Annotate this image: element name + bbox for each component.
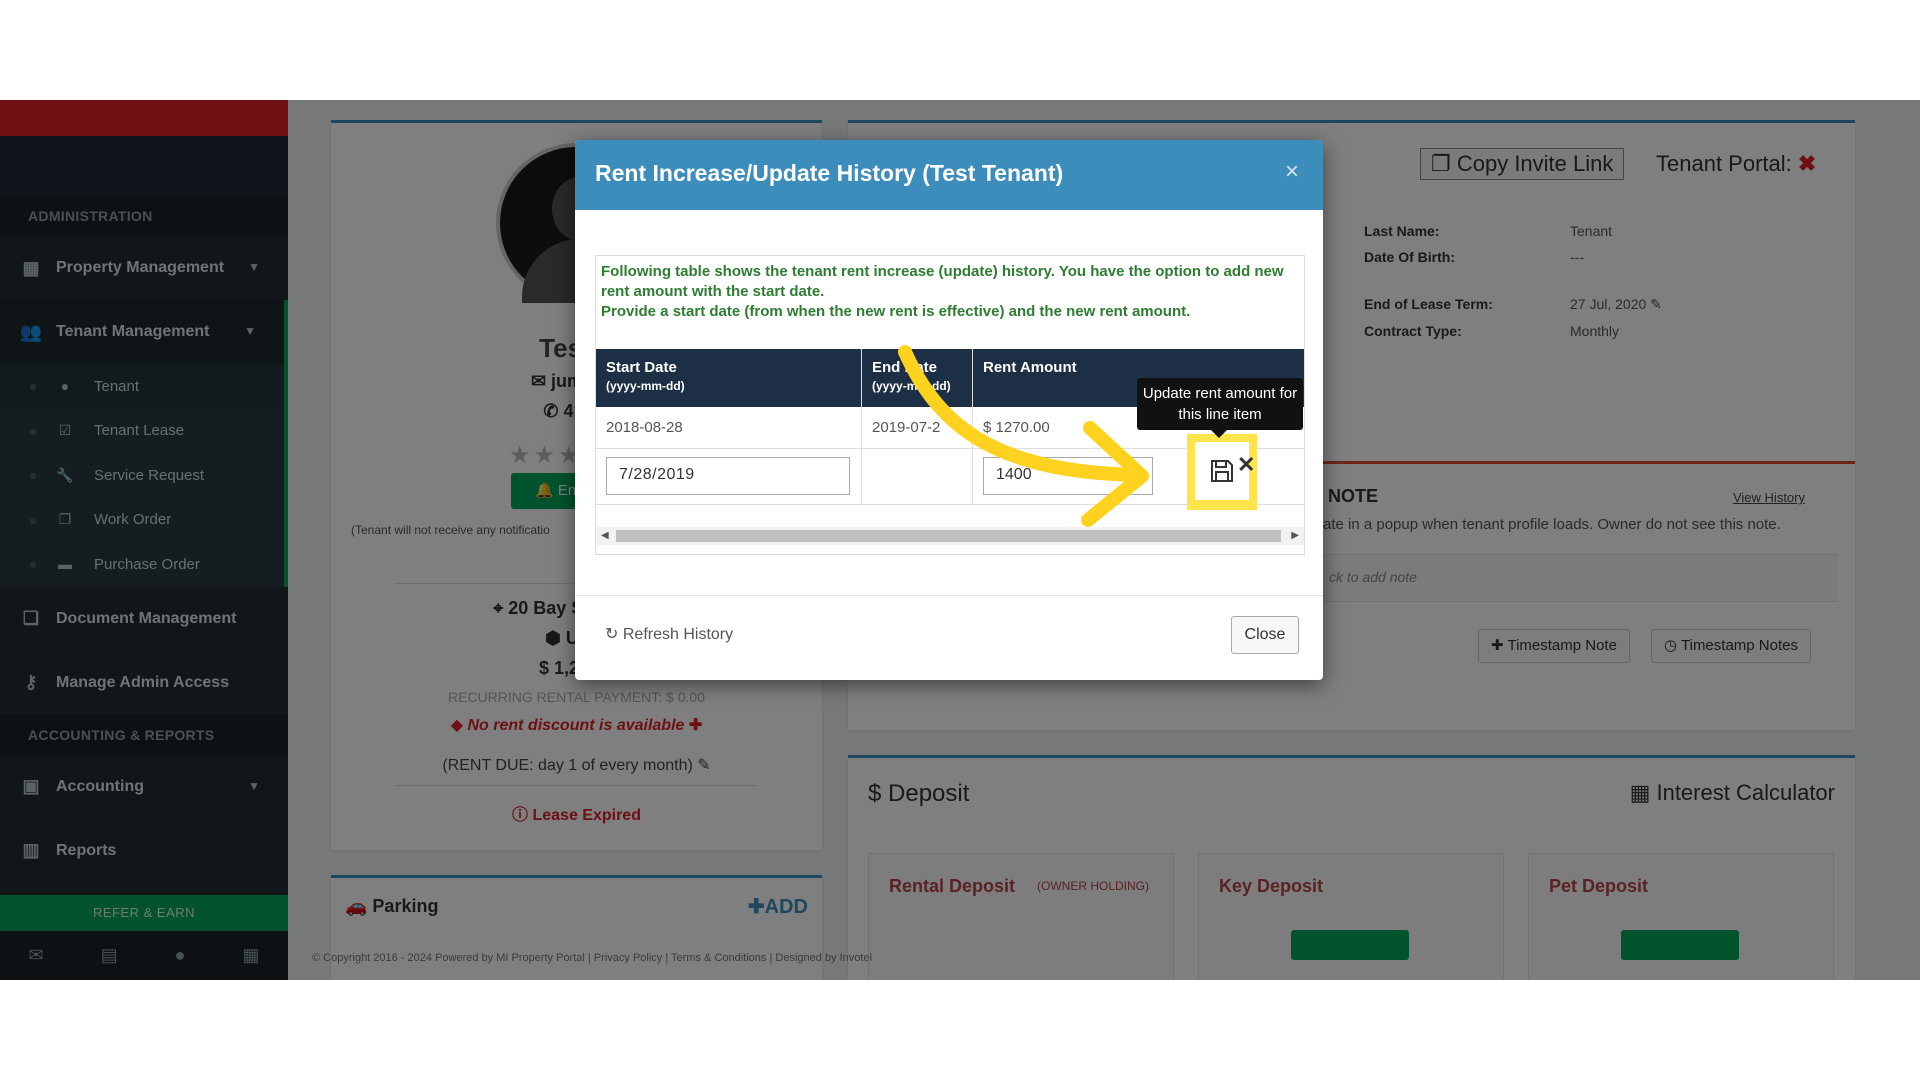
column-header-end-date: End Date (yyyy-mm-dd) xyxy=(872,359,951,393)
info-text: Following table shows the tenant rent in… xyxy=(601,263,1284,320)
modal-title: Rent Increase/Update History (Test Tenan… xyxy=(595,160,1064,186)
start-date-cell: 2018-08-28 xyxy=(606,419,683,436)
cancel-icon[interactable]: ✕ xyxy=(1237,452,1255,478)
close-icon[interactable]: × xyxy=(1285,158,1299,186)
start-date-input[interactable]: 7/28/2019 xyxy=(606,457,850,495)
save-icon xyxy=(1211,460,1233,482)
modal-footer: ↻ Refresh History Close xyxy=(575,595,1323,680)
column-header-rent-amount: Rent Amount xyxy=(983,359,1077,376)
column-divider xyxy=(972,349,973,505)
scroll-right-icon[interactable]: ▶ xyxy=(1291,530,1299,541)
modal-header: Rent Increase/Update History (Test Tenan… xyxy=(575,140,1323,210)
refresh-history-button[interactable]: ↻ Refresh History xyxy=(605,624,733,644)
close-button[interactable]: Close xyxy=(1231,616,1299,654)
refresh-icon: ↻ xyxy=(605,626,623,643)
horizontal-scrollbar[interactable]: ◀ ▶ xyxy=(596,527,1304,545)
column-divider xyxy=(861,349,862,505)
app-frame: ADMINISTRATION ▦ Property Management ▼ 👥… xyxy=(0,100,1920,980)
rent-amount-cell: $ 1270.00 xyxy=(983,419,1050,436)
scrollbar-thumb[interactable] xyxy=(616,530,1281,542)
tooltip: Update rent amount for this line item xyxy=(1137,378,1303,438)
scroll-left-icon[interactable]: ◀ xyxy=(601,530,609,541)
column-header-start-date: Start Date (yyyy-mm-dd) xyxy=(606,359,685,393)
rent-amount-input[interactable]: 1400 xyxy=(983,457,1153,495)
end-date-cell: 2019-07-2 xyxy=(872,419,941,436)
